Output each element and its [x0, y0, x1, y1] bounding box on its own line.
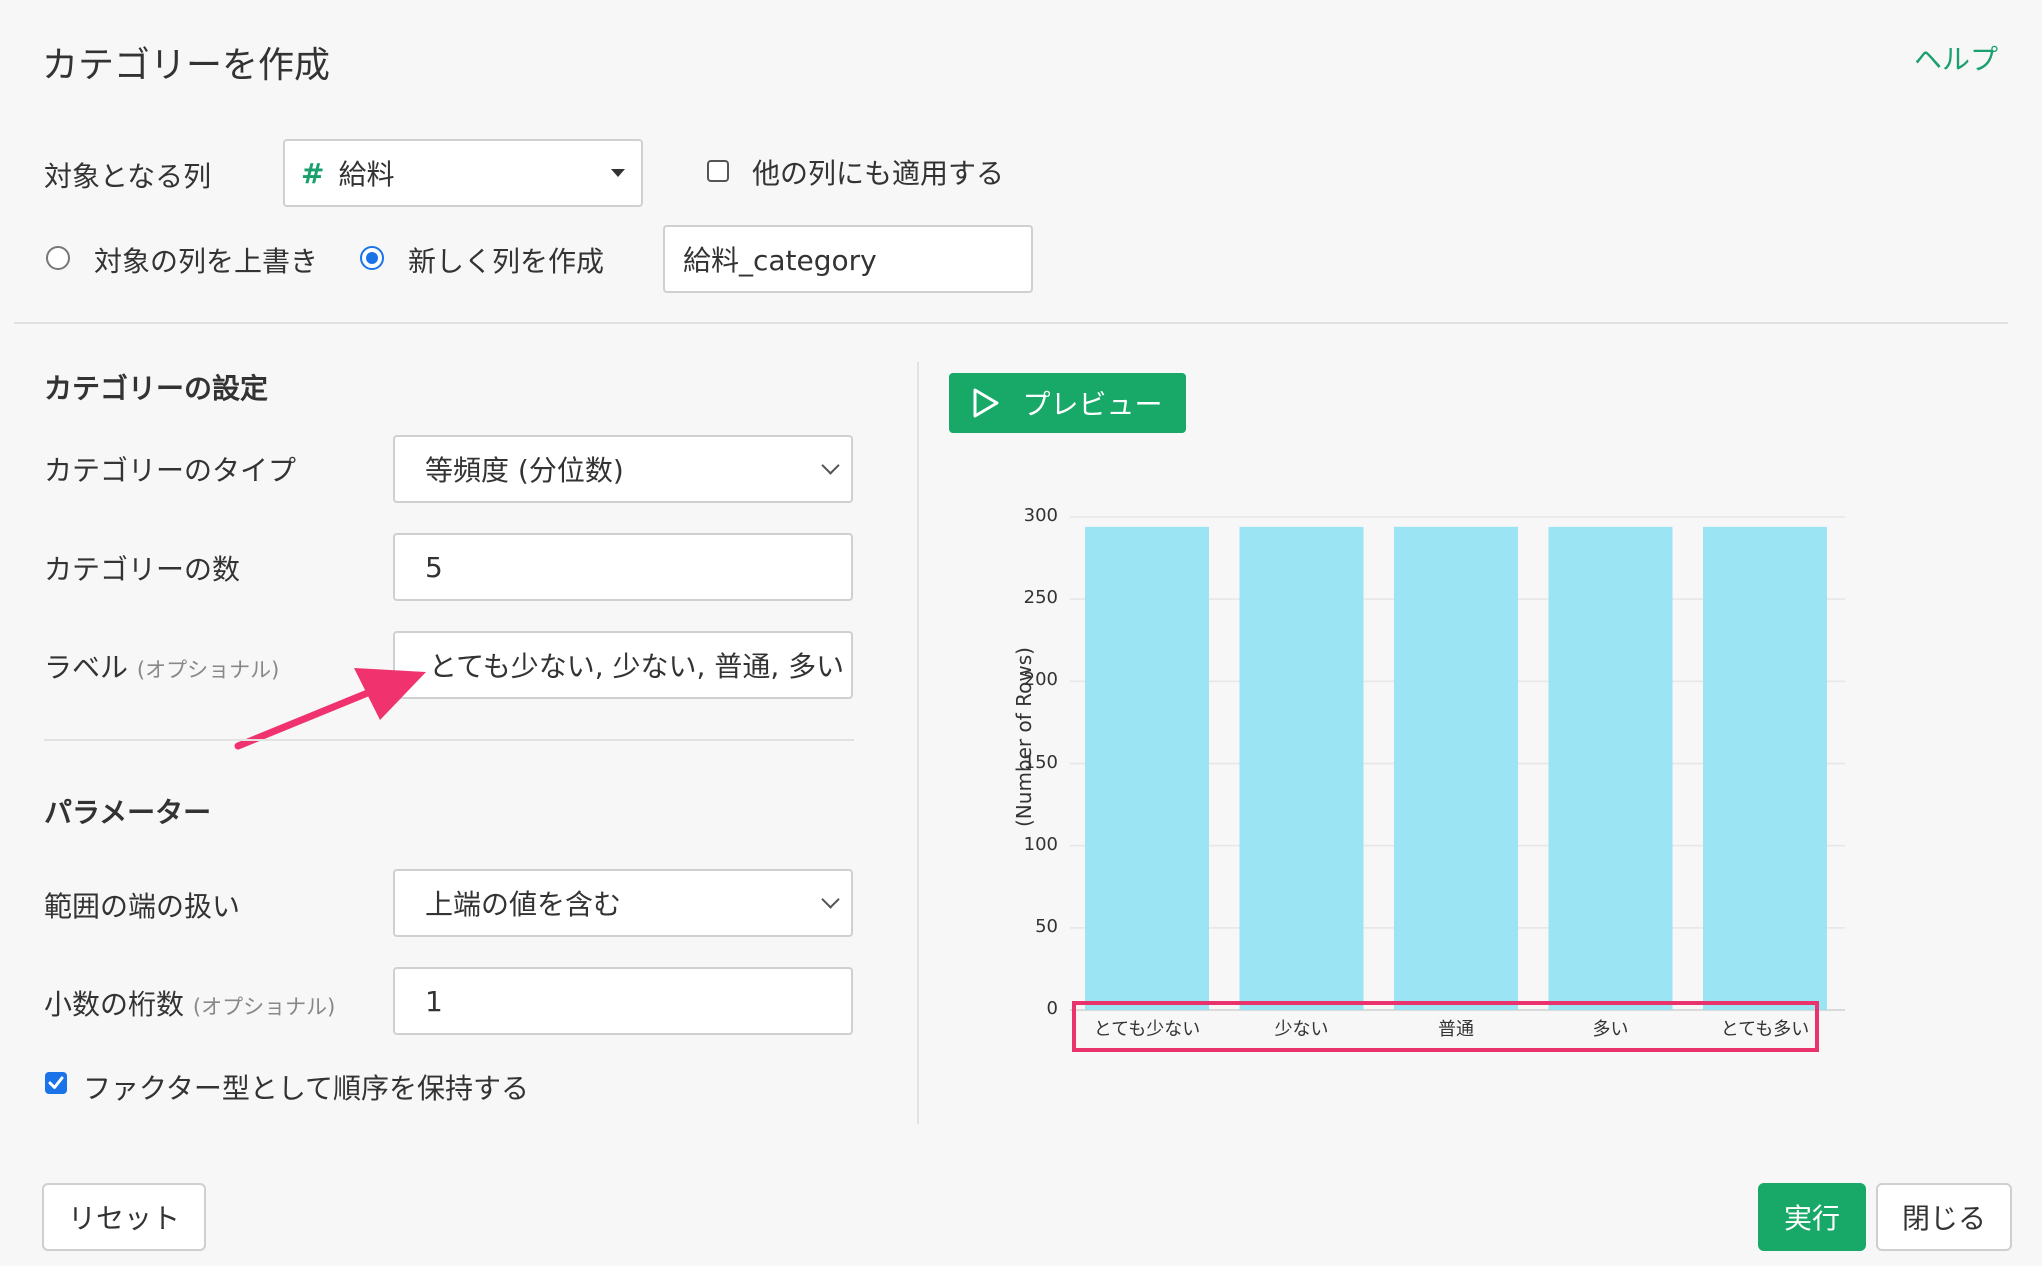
chart-x-tick-label: 多い: [1592, 1019, 1629, 1040]
chevron-down-icon: [821, 890, 840, 909]
new-column-radio[interactable]: [360, 246, 384, 270]
chart-y-axis-label: (Number of Rows): [1012, 647, 1036, 827]
run-button[interactable]: 実行: [1758, 1183, 1866, 1251]
help-link[interactable]: ヘルプ: [1914, 38, 1998, 78]
factor-order-checkbox[interactable]: [45, 1072, 67, 1094]
close-button[interactable]: 閉じる: [1876, 1183, 2012, 1251]
chart-bar: [1239, 526, 1364, 1010]
target-column-label: 対象となる列: [44, 160, 212, 193]
reset-button[interactable]: リセット: [42, 1183, 206, 1251]
decimal-optional-hint: (オプショナル): [192, 995, 336, 1019]
target-column-select[interactable]: # 給料: [283, 139, 643, 207]
decimal-digits-input[interactable]: 1: [393, 967, 853, 1035]
chart-bar: [1703, 526, 1827, 1010]
chart-bar: [1394, 526, 1518, 1010]
chart-x-tick-label: とても多い: [1720, 1019, 1810, 1040]
parameters-heading: パラメーター: [44, 796, 212, 829]
category-settings-heading: カテゴリーの設定: [44, 372, 269, 405]
labels-input[interactable]: とても少ない, 少ない, 普通, 多い: [393, 631, 853, 699]
check-icon: [48, 1076, 64, 1089]
apply-others-checkbox[interactable]: [707, 160, 729, 182]
caret-down-icon: [611, 169, 625, 177]
dialog-title: カテゴリーを作成: [42, 45, 331, 86]
chart-plot: [1070, 516, 1845, 1052]
edge-handling-select[interactable]: 上端の値を含む: [393, 869, 853, 937]
chart-x-tick-label: 普通: [1438, 1019, 1474, 1040]
new-column-name-input[interactable]: 給料_category: [663, 225, 1033, 293]
category-type-value: 等頻度 (分位数): [425, 454, 624, 487]
chart-bar: [1085, 526, 1209, 1010]
edge-handling-value: 上端の値を含む: [425, 888, 622, 921]
chart-bar: [1548, 526, 1673, 1010]
preview-chart: 0 50 100 150 200 250 300 とても少ない 少ない 普通 多い とても多い (N…: [980, 500, 1860, 1060]
category-type-select[interactable]: 等頻度 (分位数): [393, 435, 853, 503]
settings-divider: [44, 739, 854, 741]
factor-order-label: ファクター型として順序を保持する: [83, 1072, 530, 1105]
edge-handling-label: 範囲の端の扱い: [44, 890, 241, 923]
annotation-arrow-icon: [234, 668, 426, 750]
preview-button-label: プレビュー: [1022, 388, 1163, 421]
category-count-input[interactable]: 5: [393, 533, 853, 601]
overwrite-radio[interactable]: [46, 246, 70, 270]
chevron-down-icon: [821, 456, 840, 475]
top-divider: [14, 322, 2008, 324]
category-type-label: カテゴリーのタイプ: [44, 454, 297, 487]
play-icon: [973, 388, 999, 418]
chart-x-tick-label: とても少ない: [1093, 1019, 1201, 1040]
target-column-value: 給料: [338, 158, 395, 191]
panel-divider: [917, 362, 919, 1124]
decimal-digits-label: 小数の桁数 (オプショナル): [44, 988, 336, 1021]
chart-x-tick-label: 少ない: [1274, 1019, 1329, 1040]
new-column-label: 新しく列を作成: [408, 245, 605, 278]
category-count-label: カテゴリーの数: [44, 553, 241, 586]
overwrite-label: 対象の列を上書き: [94, 245, 319, 278]
apply-others-label: 他の列にも適用する: [752, 157, 1005, 190]
preview-button[interactable]: プレビュー: [949, 373, 1186, 433]
numeric-column-icon: #: [301, 156, 325, 190]
